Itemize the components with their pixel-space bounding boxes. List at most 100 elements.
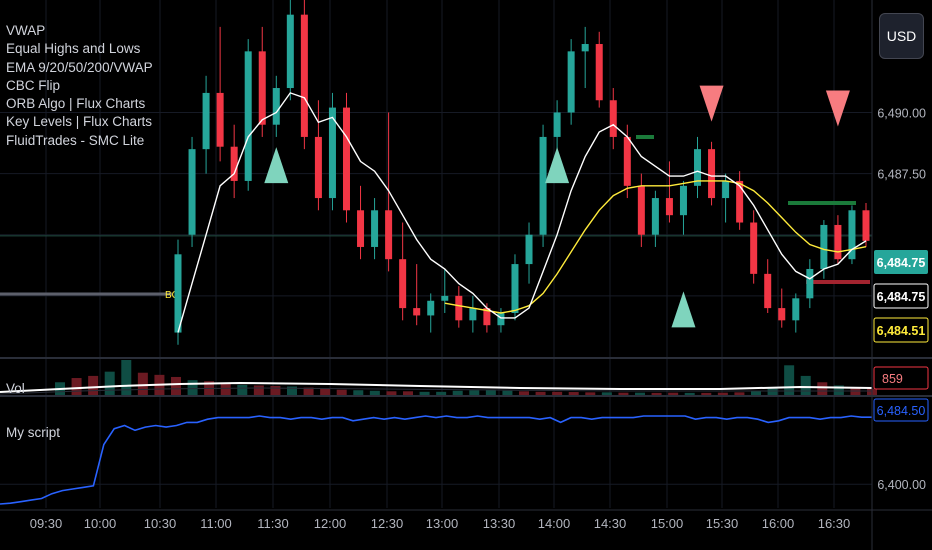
volume-bar: [220, 383, 231, 395]
volume-bar: [535, 391, 546, 395]
indicator-legend-item[interactable]: VWAP: [6, 22, 153, 40]
time-tick-label: 12:00: [314, 516, 347, 531]
time-tick-label: 14:00: [538, 516, 571, 531]
currency-button[interactable]: USD: [879, 13, 924, 59]
price-label-badge: 6,484.75: [874, 250, 928, 274]
volume-bar: [651, 392, 662, 395]
buy-signal-triangle: [671, 291, 696, 328]
volume-bar: [270, 385, 281, 395]
candle-body: [413, 308, 421, 316]
candle-body: [497, 312, 505, 326]
candle-body: [834, 224, 842, 260]
candle-body: [637, 185, 645, 235]
script-pane-label[interactable]: My script: [6, 425, 60, 440]
volume-bar: [237, 384, 248, 395]
time-tick-label: 10:30: [144, 516, 177, 531]
volume-bar: [71, 378, 82, 395]
volume-bar: [800, 375, 811, 395]
candle-body: [595, 44, 603, 101]
candle-body: [806, 268, 814, 299]
candle-body: [216, 92, 224, 147]
candle-body: [679, 185, 687, 216]
volume-bar: [452, 390, 463, 395]
indicator-legend-item[interactable]: FluidTrades - SMC Lite: [6, 132, 153, 150]
script-value-badge: 6,484.50: [873, 398, 929, 422]
price-badge-text: 6,484.51: [877, 324, 926, 338]
candle-body: [188, 149, 196, 235]
volume-bar: [485, 389, 496, 395]
candle-body: [342, 107, 350, 211]
candle-body: [258, 51, 266, 125]
candle-body: [244, 51, 252, 181]
volume-bar: [137, 372, 148, 395]
candle-body: [736, 180, 744, 223]
candle-body: [778, 308, 786, 321]
candle-body: [202, 92, 210, 150]
candle-body: [525, 234, 533, 265]
volume-bar: [336, 389, 347, 395]
candle-body: [286, 14, 294, 89]
volume-bar: [717, 392, 728, 395]
volume-bar: [436, 391, 447, 395]
script-tick-label: 6,400.00: [877, 478, 926, 492]
volume-bar: [817, 382, 828, 395]
candle-body: [862, 210, 870, 241]
candle-body: [511, 264, 519, 313]
price-tick-label: 6,490.00: [877, 106, 926, 120]
candle-body: [764, 273, 772, 309]
volume-bar: [668, 392, 679, 395]
candle-body: [792, 298, 800, 321]
candle-body: [539, 136, 547, 235]
price-badge-text: 6,484.75: [877, 256, 926, 270]
volume-badge-text: 859: [882, 372, 903, 386]
volume-bar: [767, 388, 778, 395]
candle-body: [469, 308, 477, 321]
volume-bar: [519, 391, 529, 395]
indicator-legend-item[interactable]: Equal Highs and Lows: [6, 40, 153, 58]
script-line: [0, 415, 872, 505]
candle-body: [357, 210, 365, 247]
volume-bar: [187, 380, 198, 395]
volume-pane-label[interactable]: Vol: [6, 381, 25, 396]
candle-body: [399, 259, 407, 309]
time-tick-label: 09:30: [30, 516, 63, 531]
time-tick-label: 13:00: [426, 516, 459, 531]
indicator-legend-item[interactable]: CBC Flip: [6, 77, 153, 95]
time-axis: 09:30 10:00 10:30 11:00 11:30 12:00 12:30 13:00…: [0, 509, 932, 531]
candle-body: [708, 149, 716, 199]
candle-body: [314, 136, 322, 199]
indicator-list: VWAP Equal Highs and Lows EMA 9/20/50/20…: [6, 22, 153, 150]
volume-bar: [684, 392, 695, 395]
volume-bar: [353, 390, 364, 395]
candle-body: [385, 210, 393, 260]
time-tick-label: 10:00: [84, 516, 117, 531]
candle-body: [553, 112, 561, 137]
candle-body: [300, 14, 308, 137]
time-tick-label: 11:00: [200, 516, 232, 531]
candle-body: [581, 44, 589, 52]
candle-body: [272, 88, 280, 125]
candle-body: [427, 300, 435, 316]
time-tick-label: 16:30: [818, 516, 851, 531]
time-tick-label: 15:00: [651, 516, 684, 531]
volume-bar: [369, 390, 380, 395]
volume-bar: [635, 392, 645, 395]
indicator-legend-item[interactable]: EMA 9/20/50/200/VWAP: [6, 59, 153, 77]
volume-bar: [601, 392, 612, 395]
volume-bar: [469, 390, 480, 395]
volume-bar: [88, 375, 99, 395]
sell-signal-triangle: [699, 85, 724, 122]
volume-bar: [585, 392, 596, 395]
candle-body: [441, 295, 449, 301]
candle-body: [567, 51, 575, 113]
time-tick-label: 16:00: [762, 516, 795, 531]
volume-bar: [568, 392, 579, 395]
candle-body: [371, 210, 379, 247]
candle-body: [651, 198, 659, 235]
volume-value-badge: 859: [873, 366, 929, 390]
script-badge-text: 6,484.50: [877, 404, 926, 418]
volume-bar: [618, 392, 629, 395]
indicator-legend-item[interactable]: Key Levels | Flux Charts: [6, 113, 153, 131]
indicator-legend-item[interactable]: ORB Algo | Flux Charts: [6, 95, 153, 113]
volume-bar: [734, 392, 745, 395]
